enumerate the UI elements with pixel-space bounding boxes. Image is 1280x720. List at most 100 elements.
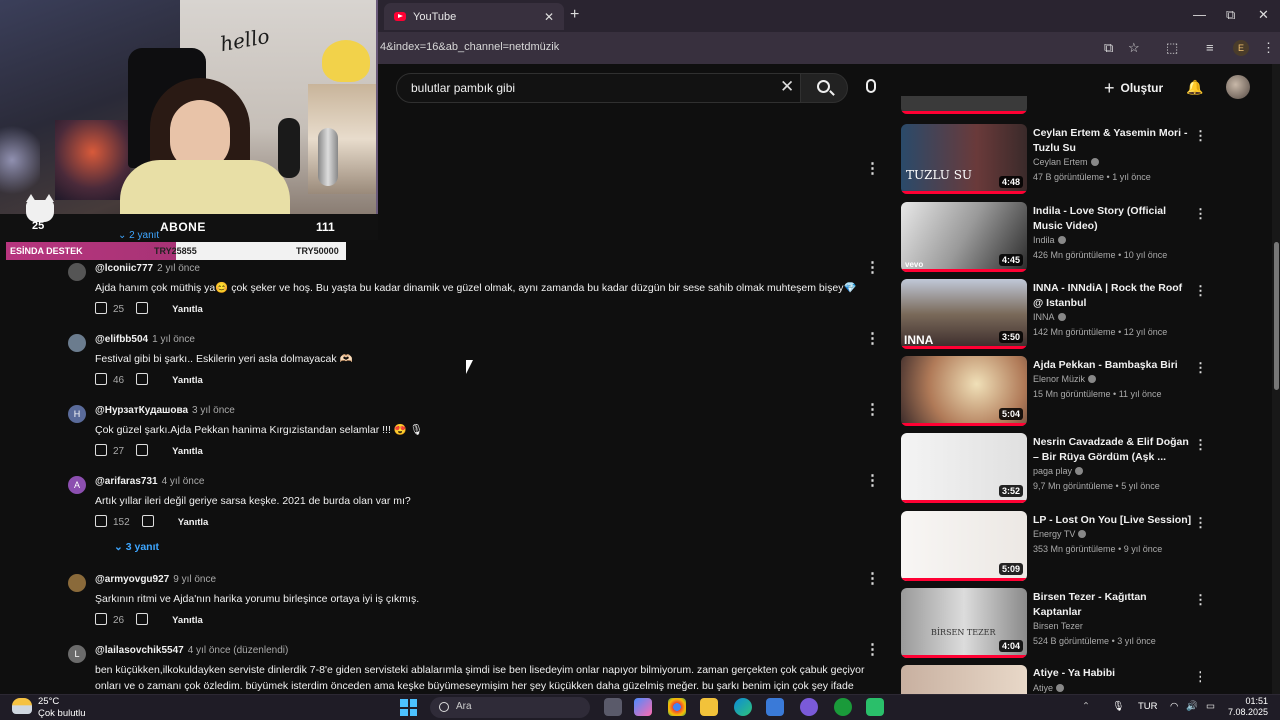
- copilot-icon[interactable]: [634, 698, 652, 716]
- new-tab-button[interactable]: +: [570, 6, 579, 24]
- video-thumbnail[interactable]: TUZLU SU 4:48: [901, 124, 1027, 194]
- video-thumbnail[interactable]: 5:04: [901, 356, 1027, 426]
- related-video[interactable]: 5:04 Ajda Pekkan - Bambaşka Biri Elenor …: [901, 356, 1207, 428]
- comment-avatar[interactable]: [68, 263, 86, 281]
- tray-overflow-icon[interactable]: ⌃: [1082, 701, 1090, 712]
- video-menu-icon[interactable]: ⋮: [1194, 515, 1207, 531]
- app-icon[interactable]: [866, 698, 884, 716]
- reply-button[interactable]: Yanıtla: [178, 517, 209, 528]
- related-video[interactable]: INNA 3:50 INNA - INNdiA | Rock the Roof …: [901, 279, 1207, 351]
- app-icon[interactable]: [800, 698, 818, 716]
- xbox-icon[interactable]: [834, 698, 852, 716]
- comment-avatar[interactable]: L: [68, 645, 86, 663]
- notifications-bell-icon[interactable]: 🔔: [1186, 79, 1203, 96]
- related-video[interactable]: TUZLU SU 4:48 Ceylan Ertem & Yasemin Mor…: [901, 124, 1207, 196]
- voice-search-icon[interactable]: [866, 79, 876, 93]
- close-window-icon[interactable]: ✕: [1258, 7, 1269, 23]
- edge-icon[interactable]: [734, 698, 752, 716]
- video-menu-icon[interactable]: ⋮: [1194, 669, 1201, 685]
- restore-icon[interactable]: ⧉: [1226, 7, 1235, 23]
- comment-menu-icon[interactable]: ⋮: [865, 331, 880, 346]
- video-menu-icon[interactable]: ⋮: [1194, 360, 1207, 376]
- wifi-icon[interactable]: ◠: [1170, 701, 1178, 712]
- system-clock[interactable]: 01:51 7.08.2025: [1226, 696, 1268, 718]
- input-language[interactable]: TUR: [1138, 701, 1158, 712]
- comment-menu-icon[interactable]: ⋮: [865, 402, 880, 417]
- comment-author[interactable]: @lailasovchik5547 4 yıl önce (düzenlendi): [95, 645, 288, 656]
- related-video[interactable]: Atiye - Ya Habibi Atiye ⋮: [901, 665, 1201, 694]
- weather-icon[interactable]: [12, 698, 32, 714]
- chrome-icon[interactable]: [668, 698, 686, 716]
- comment-avatar[interactable]: [68, 574, 86, 592]
- minimize-icon[interactable]: —: [1193, 7, 1206, 22]
- video-menu-icon[interactable]: ⋮: [1194, 592, 1207, 608]
- reply-button[interactable]: Yanıtla: [172, 375, 203, 386]
- video-thumbnail[interactable]: 3:52: [901, 433, 1027, 503]
- related-video[interactable]: [901, 96, 1201, 114]
- like-icon[interactable]: [95, 444, 107, 456]
- comment-avatar[interactable]: A: [68, 476, 86, 494]
- video-menu-icon[interactable]: ⋮: [1194, 283, 1207, 299]
- dislike-icon[interactable]: [136, 373, 149, 385]
- dislike-icon[interactable]: [141, 515, 154, 527]
- like-icon[interactable]: [95, 515, 107, 527]
- comment-author[interactable]: @lconiic777 2 yıl önce: [95, 263, 200, 274]
- reply-button[interactable]: Yanıtla: [172, 446, 203, 457]
- account-avatar[interactable]: [1226, 75, 1250, 99]
- video-thumbnail[interactable]: [901, 665, 1027, 694]
- reply-button[interactable]: Yanıtla: [172, 615, 203, 626]
- comment-menu-icon[interactable]: ⋮: [865, 571, 880, 586]
- related-video[interactable]: 3:52 Nesrin Cavadzade & Elif Doğan – Bir…: [901, 433, 1207, 505]
- task-view-icon[interactable]: [604, 698, 622, 716]
- url-field[interactable]: 4&index=16&ab_channel=netdmüzik: [380, 41, 559, 53]
- comment-avatar[interactable]: H: [68, 405, 86, 423]
- browser-profile-avatar[interactable]: E: [1233, 40, 1249, 56]
- dislike-icon[interactable]: [136, 444, 149, 456]
- start-button[interactable]: [400, 699, 417, 716]
- microphone-tray-icon[interactable]: 🎙: [1112, 701, 1124, 712]
- reply-button[interactable]: Yanıtla: [172, 304, 203, 315]
- comment-author[interactable]: @elifbb504 1 yıl önce: [95, 334, 195, 345]
- comment-author[interactable]: @armyovgu927 9 yıl önce: [95, 574, 216, 585]
- comment-menu-icon[interactable]: ⋮: [865, 161, 880, 176]
- video-menu-icon[interactable]: ⋮: [1194, 437, 1207, 453]
- dislike-icon[interactable]: [136, 613, 149, 625]
- volume-icon[interactable]: 🔊: [1186, 701, 1198, 712]
- comment-menu-icon[interactable]: ⋮: [865, 260, 880, 275]
- tab-youtube[interactable]: YouTube ✕: [384, 3, 564, 30]
- show-replies-button[interactable]: ⌄ 3 yanıt: [114, 541, 159, 553]
- video-thumbnail[interactable]: INNA 3:50: [901, 279, 1027, 349]
- taskbar-search[interactable]: Ara: [430, 697, 590, 718]
- comment-author[interactable]: @arifaras731 4 yıl önce: [95, 476, 204, 487]
- like-icon[interactable]: [95, 302, 107, 314]
- like-icon[interactable]: [95, 373, 107, 385]
- bookmark-star-icon[interactable]: ☆: [1128, 40, 1140, 56]
- tab-close-icon[interactable]: ✕: [544, 10, 554, 24]
- comment-menu-icon[interactable]: ⋮: [865, 642, 880, 657]
- search-button[interactable]: [800, 73, 848, 103]
- comment-avatar[interactable]: [68, 334, 86, 352]
- search-clear-icon[interactable]: ✕: [780, 77, 794, 97]
- video-thumbnail[interactable]: vevo 4:45: [901, 202, 1027, 272]
- search-input[interactable]: bulutlar pambık gibi: [396, 73, 808, 103]
- related-video[interactable]: vevo 4:45 Indila - Love Story (Official …: [901, 202, 1207, 274]
- battery-icon[interactable]: ▭: [1206, 701, 1215, 712]
- comment-author[interactable]: @НурзатКудашова 3 yıl önce: [95, 405, 235, 416]
- related-video[interactable]: 5:09 LP - Lost On You [Live Session] Ene…: [901, 511, 1207, 583]
- video-menu-icon[interactable]: ⋮: [1194, 206, 1207, 222]
- hidden-replies-link[interactable]: ⌄ 2 yanıt: [118, 230, 159, 241]
- video-thumbnail[interactable]: 5:09: [901, 511, 1027, 581]
- scrollbar-thumb[interactable]: [1274, 242, 1279, 390]
- media-controls-icon[interactable]: ≡: [1206, 40, 1214, 55]
- browser-menu-icon[interactable]: ⋮: [1262, 40, 1275, 56]
- video-menu-icon[interactable]: ⋮: [1194, 128, 1207, 144]
- dislike-icon[interactable]: [136, 302, 149, 314]
- comment-menu-icon[interactable]: ⋮: [865, 473, 880, 488]
- cast-icon[interactable]: ⧉: [1104, 40, 1113, 56]
- video-thumbnail[interactable]: BİRSEN TEZER 4:04: [901, 588, 1027, 658]
- extensions-icon[interactable]: ⬚: [1166, 40, 1178, 56]
- related-video[interactable]: BİRSEN TEZER 4:04 Birsen Tezer - Kağıtta…: [901, 588, 1207, 660]
- video-thumbnail[interactable]: [901, 96, 1027, 114]
- store-icon[interactable]: [766, 698, 784, 716]
- file-explorer-icon[interactable]: [700, 698, 718, 716]
